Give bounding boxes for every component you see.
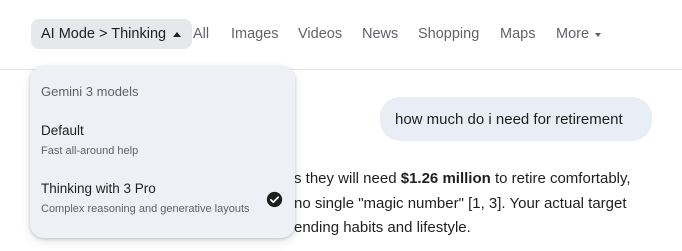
search-tabs-bar: AI Mode > Thinking All Images Videos New… <box>0 0 682 70</box>
answer-text: to retire comfortably, <box>490 170 631 187</box>
model-option-thinking-pro[interactable]: Thinking with 3 Pro Complex reasoning an… <box>30 176 295 228</box>
model-option-title: Thinking with 3 Pro <box>41 181 156 196</box>
answer-highlight: $1.26 million <box>400 170 491 187</box>
page: AI Mode > Thinking All Images Videos New… <box>0 0 682 251</box>
model-option-title: Default <box>41 123 84 138</box>
tab-more-label: More <box>556 26 590 42</box>
tab-maps[interactable]: Maps <box>500 26 535 43</box>
model-option-desc: Complex reasoning and generative layouts <box>41 203 250 215</box>
user-query-text: how much do i need for retirement <box>395 110 623 128</box>
answer-text: s they will need <box>294 170 401 187</box>
tab-shopping[interactable]: Shopping <box>418 26 479 43</box>
answer-line: ending habits and lifestyle. <box>294 219 471 237</box>
tab-news[interactable]: News <box>362 26 398 43</box>
model-option-default[interactable]: Default Fast all-around help <box>30 118 295 164</box>
model-dropdown-menu: Gemini 3 models Default Fast all-around … <box>30 66 295 238</box>
dropdown-header: Gemini 3 models <box>41 84 139 99</box>
tab-all[interactable]: All <box>193 26 209 43</box>
tab-videos[interactable]: Videos <box>298 26 342 43</box>
answer-text: no single "magic number" [1, 3]. Your ac… <box>294 195 627 212</box>
user-query-bubble: how much do i need for retirement <box>380 97 652 141</box>
answer-text: ending habits and lifestyle. <box>294 219 471 236</box>
answer-line: s they will need $1.26 million to retire… <box>294 170 631 188</box>
ai-mode-label: AI Mode > Thinking <box>41 26 167 42</box>
tab-more[interactable]: More <box>556 26 602 43</box>
ai-mode-selector-button[interactable]: AI Mode > Thinking <box>31 19 193 49</box>
tab-images[interactable]: Images <box>231 26 279 43</box>
check-circle-icon <box>266 191 283 208</box>
caret-up-icon <box>173 31 182 37</box>
answer-line: no single "magic number" [1, 3]. Your ac… <box>294 195 627 213</box>
model-option-desc: Fast all-around help <box>41 145 139 157</box>
caret-down-icon <box>595 33 602 37</box>
